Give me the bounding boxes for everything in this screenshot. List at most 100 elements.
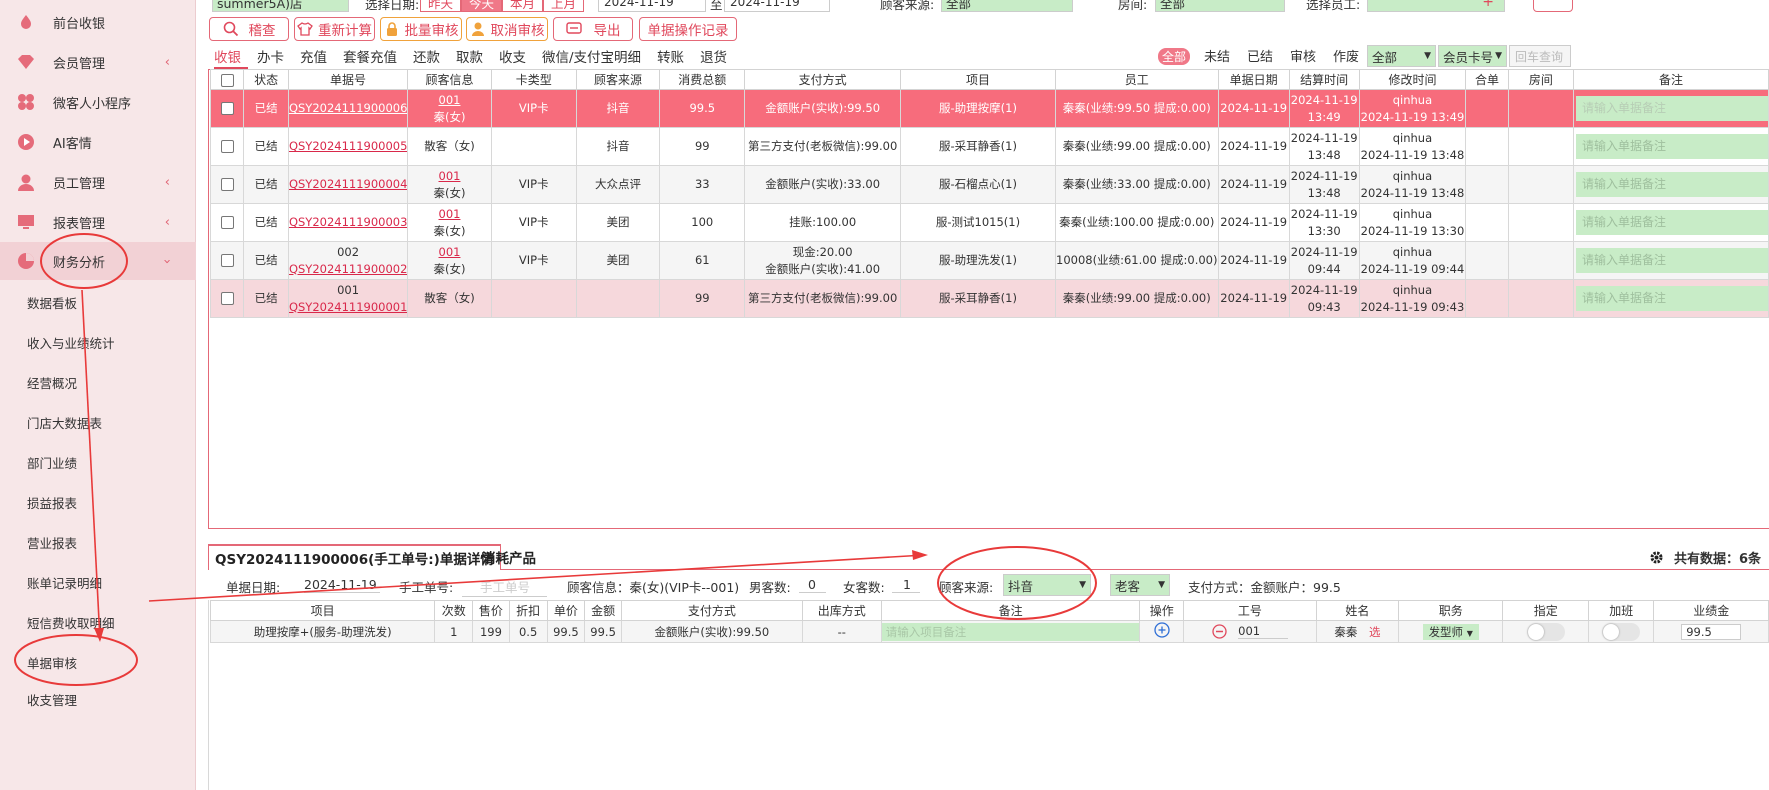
bill-no-link[interactable]: QSY2024111900006 <box>289 101 406 115</box>
submenu-pnl[interactable]: 损益报表 <box>27 493 77 512</box>
perf-amount-input[interactable]: 99.5 <box>1681 623 1742 640</box>
sidebar-item-cashier[interactable]: 前台收银 <box>0 2 196 42</box>
date-today-button[interactable]: 今天 <box>461 0 503 12</box>
tab-income-expense[interactable]: 收支 <box>499 46 526 68</box>
audit-search-button[interactable]: 稽查 <box>209 17 289 41</box>
role-select[interactable]: 发型师 ▼ <box>1422 623 1479 640</box>
choose-staff-link[interactable]: 选 <box>1369 625 1381 639</box>
search-top-button[interactable] <box>1533 0 1573 12</box>
row-checkbox[interactable] <box>220 140 234 153</box>
sidebar-item-ai[interactable]: AI客情 <box>0 122 196 162</box>
submenu-sms-fee[interactable]: 短信费收取明细 <box>27 613 115 632</box>
row-checkbox[interactable] <box>220 292 234 305</box>
date-to-input[interactable]: 2024-11-19 <box>724 0 830 12</box>
bill-note-input[interactable]: 请输入单据备注 <box>1576 286 1768 311</box>
bill-no-link[interactable]: QSY2024111900002 <box>289 262 406 276</box>
filter-select-2[interactable]: 会员卡号 ▼ <box>1438 45 1507 67</box>
status-filter-unsettled[interactable]: 未结 <box>1204 46 1230 65</box>
tab-return[interactable]: 退货 <box>700 46 727 68</box>
submenu-bill-audit[interactable]: 单据审核 <box>27 653 77 672</box>
remove-circle-icon[interactable] <box>1211 624 1227 639</box>
submenu-income-expense[interactable]: 收支管理 <box>27 690 77 709</box>
customer-type-select[interactable]: 老客 ▼ <box>1110 574 1170 596</box>
tab-cashier[interactable]: 收银 <box>214 46 241 68</box>
customer-card-link[interactable]: 001 <box>439 169 461 183</box>
batch-audit-button[interactable]: 批量审核 <box>380 17 462 41</box>
status-filter-audit[interactable]: 审核 <box>1290 46 1316 65</box>
row-checkbox[interactable] <box>220 178 234 191</box>
tab-consumed-products[interactable]: 消耗产品 <box>476 544 542 570</box>
submenu-bill-records[interactable]: 账单记录明细 <box>27 573 102 592</box>
tab-repay[interactable]: 还款 <box>413 46 440 68</box>
row-checkbox[interactable] <box>220 102 234 115</box>
customer-card-link[interactable]: 001 <box>439 245 461 259</box>
status-filter-all[interactable]: 全部 <box>1158 48 1191 65</box>
header-select-all[interactable] <box>209 69 245 90</box>
row-checkbox[interactable] <box>220 254 234 267</box>
submenu-overview[interactable]: 经营概况 <box>27 373 77 392</box>
manual-no-input[interactable]: 手工单号 <box>462 577 547 597</box>
tab-wechat-alipay[interactable]: 微信/支付宝明细 <box>542 46 641 68</box>
add-circle-icon[interactable] <box>1154 622 1170 638</box>
table-row[interactable]: 已结 QSY2024111900003 001 秦(女) VIP卡 美团 100 挂账:100… <box>209 203 1769 242</box>
bill-no-link[interactable]: QSY2024111900004 <box>289 177 406 191</box>
table-row[interactable]: 已结 QSY2024111900004 001 秦(女) VIP卡 大众点评 33 金额账户(… <box>209 165 1769 204</box>
submenu-dept-perf[interactable]: 部门业绩 <box>27 453 77 472</box>
date-month-button[interactable]: 本月 <box>502 0 544 12</box>
submenu-dashboard[interactable]: 数据看板 <box>27 293 77 312</box>
status-filter-settled[interactable]: 已结 <box>1247 46 1273 65</box>
ops-log-button[interactable]: 单据操作记录 <box>639 17 737 41</box>
bill-no-link[interactable]: QSY2024111900003 <box>289 215 406 229</box>
tab-transfer[interactable]: 转账 <box>657 46 684 68</box>
gear-icon[interactable] <box>1649 550 1664 565</box>
tab-package[interactable]: 套餐充值 <box>343 46 397 68</box>
row-checkbox[interactable] <box>220 216 234 229</box>
bill-no-link[interactable]: QSY2024111900001 <box>289 300 406 314</box>
bill-note-input[interactable]: 请输入单据备注 <box>1576 134 1768 159</box>
table-row[interactable]: 已结 002 QSY2024111900002 001 秦(女) VIP卡 美团 61 现金:2… <box>209 241 1769 280</box>
bill-note-input[interactable]: 请输入单据备注 <box>1576 248 1768 273</box>
item-note-input[interactable]: 请输入项目备注 <box>882 622 1139 641</box>
source-select[interactable]: 全部 <box>941 0 1073 12</box>
assign-toggle[interactable] <box>1526 622 1565 641</box>
date-from-input[interactable]: 2024-11-19 <box>598 0 706 12</box>
sidebar-item-miniprogram[interactable]: 微客人小程序 <box>0 82 196 122</box>
date-yesterday-button[interactable]: 昨天 <box>420 0 462 12</box>
detail-date-value[interactable]: 2024-11-19 <box>304 577 380 593</box>
tab-withdraw[interactable]: 取款 <box>456 46 483 68</box>
bill-no-link[interactable]: QSY2024111900005 <box>289 139 406 153</box>
bill-note-input[interactable]: 请输入单据备注 <box>1576 96 1768 121</box>
room-select[interactable]: 全部 <box>1155 0 1285 12</box>
submenu-store-bigdata[interactable]: 门店大数据表 <box>27 413 102 432</box>
bill-note-input[interactable]: 请输入单据备注 <box>1576 172 1768 197</box>
filter-select-1[interactable]: 全部 ▼ <box>1367 45 1436 67</box>
tab-bill-detail[interactable]: QSY2024111900006(手工单号:)单据详情 <box>208 544 501 570</box>
customer-card-link[interactable]: 001 <box>439 207 461 221</box>
bill-note-input[interactable]: 请输入单据备注 <box>1576 210 1768 235</box>
tab-card[interactable]: 办卡 <box>257 46 284 68</box>
recalc-button[interactable]: 重新计算 <box>294 17 375 41</box>
sidebar-item-member[interactable]: 会员管理 ‹ <box>0 42 196 82</box>
table-row[interactable]: 已结 001 QSY2024111900001 散客（女) 99 第三方支付(老板微信):… <box>209 279 1769 318</box>
select-all-checkbox[interactable] <box>220 73 234 87</box>
sidebar-item-report[interactable]: 报表管理 ‹ <box>0 202 196 242</box>
submenu-income-stats[interactable]: 收入与业绩统计 <box>27 333 115 352</box>
quick-search-input[interactable]: 回车查询 <box>1509 45 1571 67</box>
detail-source-select[interactable]: 抖音 ▼ <box>1003 574 1091 596</box>
staff-select[interactable]: + <box>1367 0 1505 12</box>
table-row[interactable]: 已结 QSY2024111900005 散客（女) 抖音 99 第三方支付(老板微信):9… <box>209 127 1769 166</box>
staff-no-input[interactable]: 001 <box>1238 624 1289 639</box>
table-row[interactable]: 已结 QSY2024111900006 001 秦(女) VIP卡 抖音 99.5 金额账户(… <box>209 89 1769 128</box>
sidebar-item-staff[interactable]: 员工管理 ‹ <box>0 162 196 202</box>
overtime-toggle[interactable] <box>1602 622 1641 641</box>
customer-card-link[interactable]: 001 <box>439 93 461 107</box>
tab-recharge[interactable]: 充值 <box>300 46 327 68</box>
status-filter-void[interactable]: 作废 <box>1333 46 1359 65</box>
date-last-month-button[interactable]: 上月 <box>543 0 585 12</box>
female-count-input[interactable]: 1 <box>892 577 920 593</box>
sidebar-item-finance[interactable]: 财务分析 ‹ <box>0 242 196 280</box>
male-count-input[interactable]: 0 <box>799 577 826 593</box>
store-select[interactable]: summer5A)店 <box>212 0 349 12</box>
export-button[interactable]: 导出 <box>553 17 633 41</box>
cancel-audit-button[interactable]: 取消审核 <box>466 17 548 41</box>
